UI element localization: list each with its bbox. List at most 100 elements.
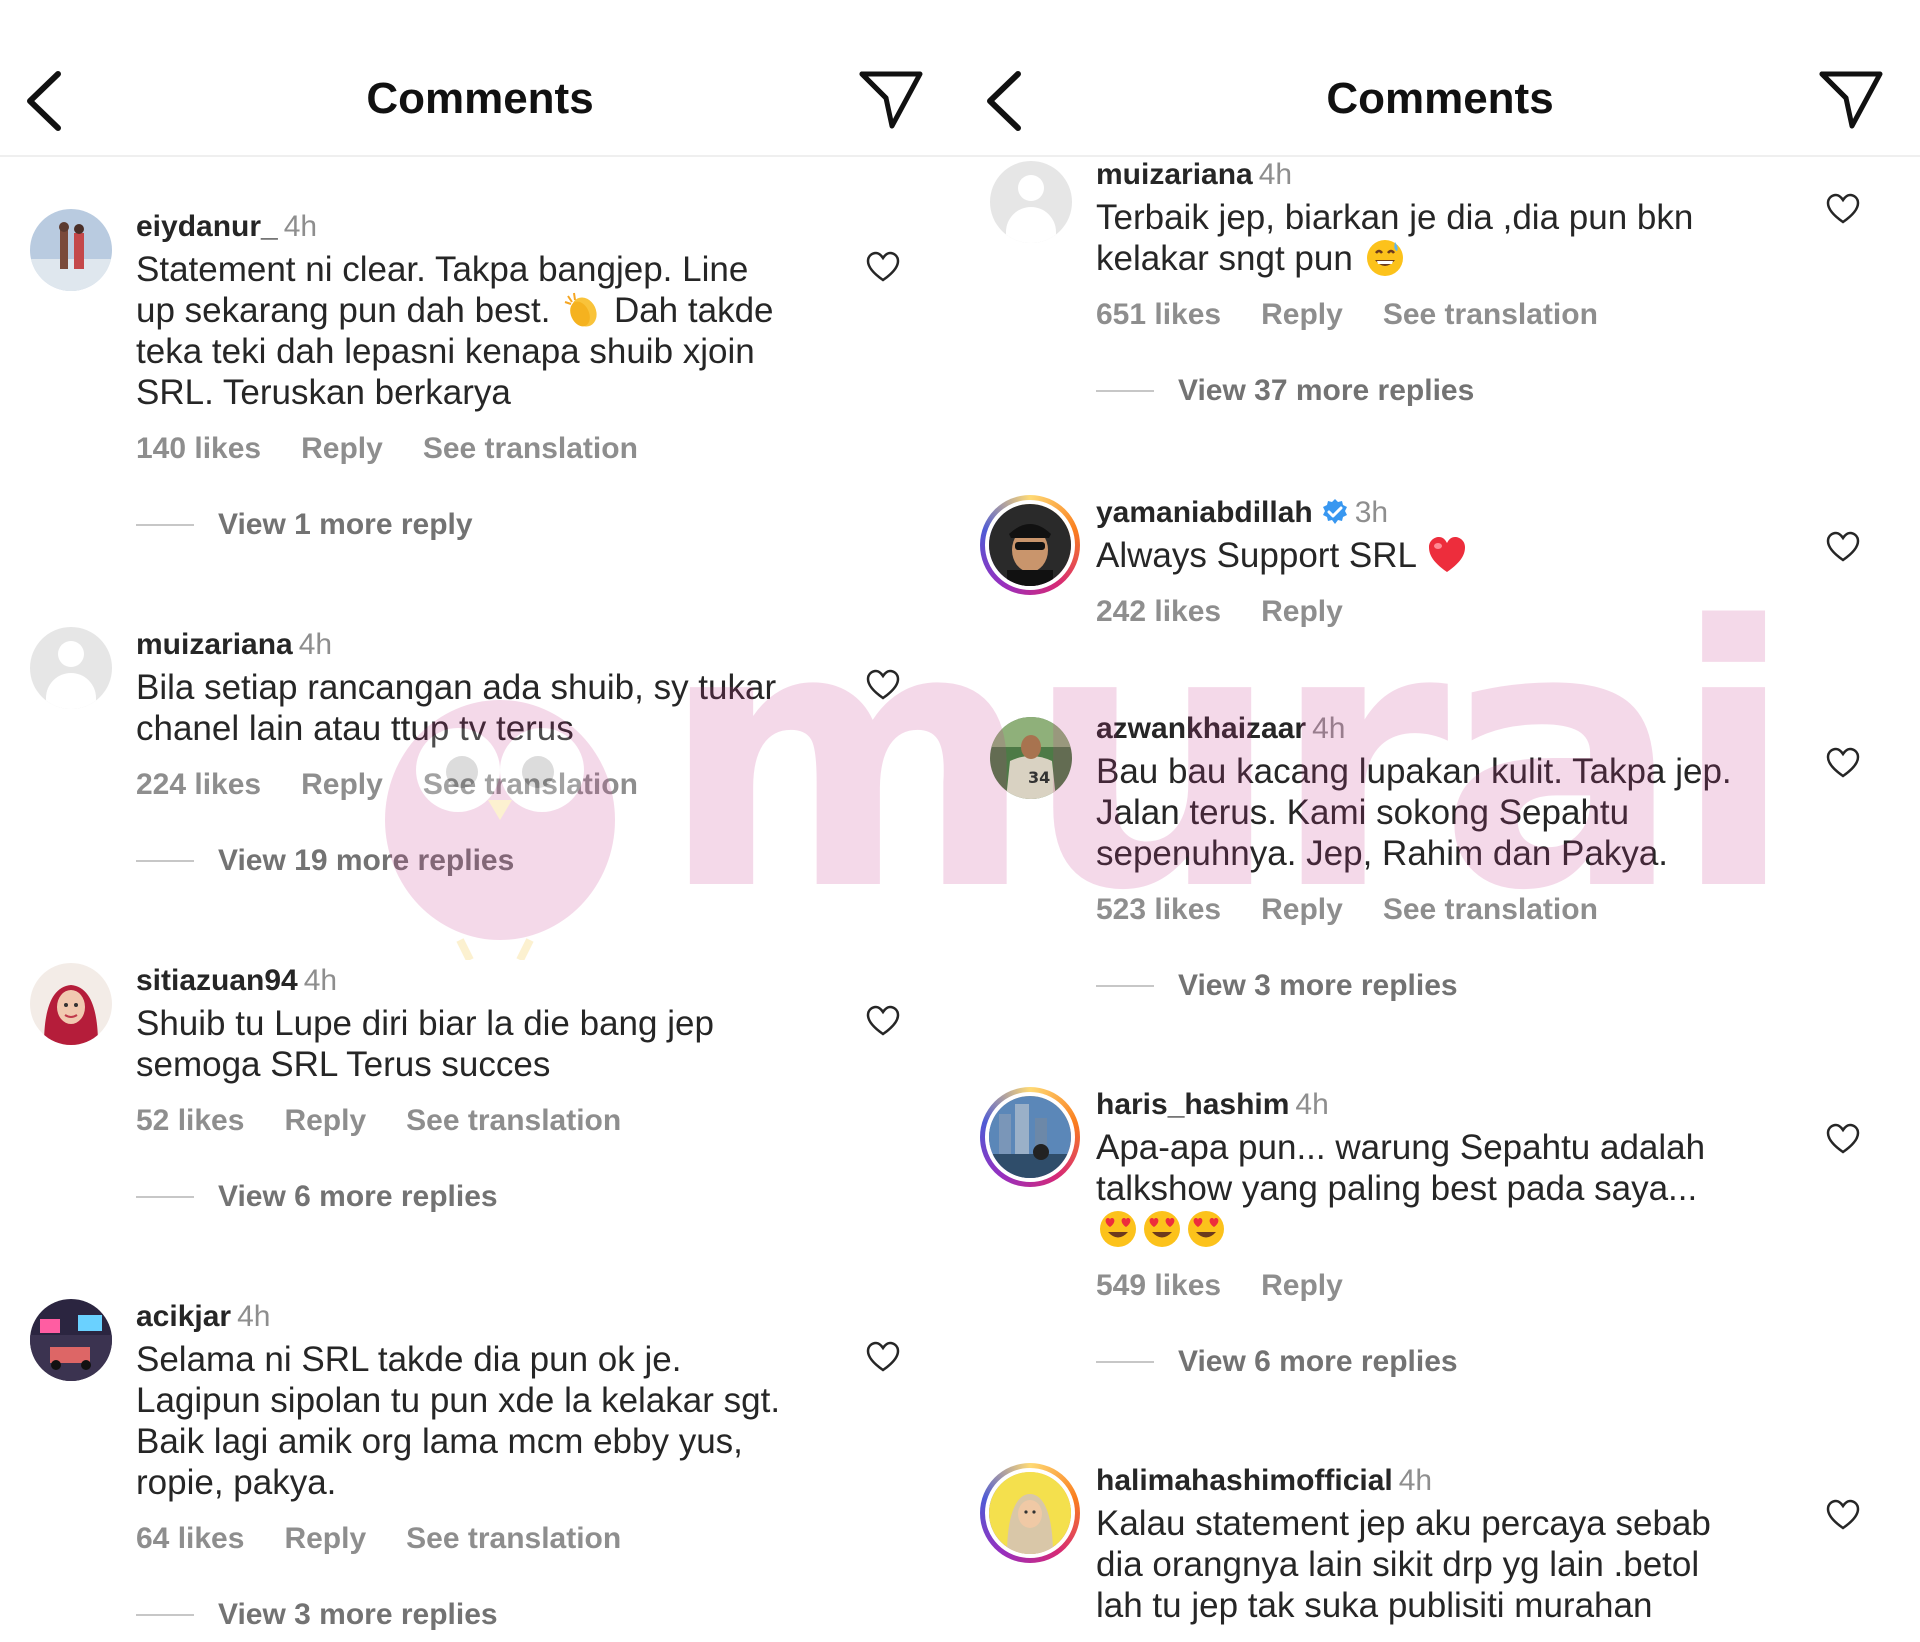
username-link[interactable]: yamaniabdillah <box>1096 496 1313 529</box>
see-translation-button[interactable]: See translation <box>1383 298 1598 331</box>
view-replies-button[interactable]: View 19 more replies <box>136 843 836 879</box>
see-translation-button[interactable]: See translation <box>406 1104 621 1137</box>
view-replies-button[interactable]: View 37 more replies <box>1096 373 1796 409</box>
comment-actions: 224 likes Reply See translation <box>136 767 836 803</box>
svg-text:34: 34 <box>1028 768 1050 787</box>
avatar-with-story-ring[interactable] <box>980 495 1080 595</box>
avatar-photo <box>30 209 112 291</box>
username-link[interactable]: azwankhaizaar <box>1096 712 1306 745</box>
likes-count[interactable]: 64 likes <box>136 1522 244 1555</box>
comment-text: Bau bau kacang lupakan kulit. Takpa jep.… <box>1096 752 1732 873</box>
clapping-hands-emoji-icon <box>564 292 597 327</box>
avatar-photo <box>30 1299 112 1381</box>
likes-count[interactable]: 651 likes <box>1096 298 1221 331</box>
avatar-with-story-ring[interactable] <box>980 1087 1080 1187</box>
timestamp: 4h <box>1295 1088 1329 1121</box>
like-heart-icon[interactable] <box>1826 747 1860 779</box>
likes-count[interactable]: 224 likes <box>136 768 261 801</box>
see-translation-button[interactable]: See translation <box>406 1522 621 1555</box>
avatar[interactable] <box>990 161 1072 243</box>
view-replies-button[interactable]: View 6 more replies <box>1096 1344 1796 1380</box>
like-heart-icon[interactable] <box>1826 1123 1860 1155</box>
like-heart-icon[interactable] <box>866 251 900 283</box>
like-heart-icon[interactable] <box>1826 531 1860 563</box>
see-translation-button[interactable]: See translation <box>423 768 638 801</box>
likes-count[interactable]: 549 likes <box>1096 1269 1221 1302</box>
reply-button[interactable]: Reply <box>1261 1269 1343 1302</box>
comments-screen-left: Comments eiydanur_ 4h Statement ni clear.… <box>0 0 960 1642</box>
avatar-photo <box>989 504 1071 586</box>
avatar[interactable] <box>30 627 112 709</box>
avatar[interactable] <box>30 1299 112 1381</box>
comment-meta: acikjar 4h <box>136 1299 836 1335</box>
comment-meta: yamaniabdillah 3h <box>1096 495 1796 531</box>
comment-text: Apa-apa pun... warung Sepahtu adalah tal… <box>1096 1127 1796 1250</box>
see-translation-button[interactable]: See translation <box>423 432 638 465</box>
comment-meta: eiydanur_ 4h <box>136 209 836 245</box>
comment-list[interactable]: muizariana 4h Terbaik jep, biarkan je dia… <box>960 157 1920 1642</box>
like-heart-icon[interactable] <box>1826 193 1860 225</box>
send-icon[interactable] <box>858 68 924 130</box>
replies-divider <box>1096 390 1154 392</box>
timestamp: 3h <box>1354 496 1389 529</box>
view-replies-button[interactable]: View 3 more replies <box>1096 968 1796 1004</box>
comment-meta: sitiazuan94 4h <box>136 963 836 999</box>
avatar-with-story-ring[interactable] <box>980 1463 1080 1563</box>
view-replies-button[interactable]: View 1 more reply <box>136 507 836 543</box>
likes-count[interactable]: 140 likes <box>136 432 261 465</box>
replies-divider <box>1096 985 1154 987</box>
comment-text: Kalau statement jep aku percaya sebab di… <box>1096 1504 1711 1625</box>
see-translation-button[interactable]: See translation <box>1383 893 1598 926</box>
like-heart-icon[interactable] <box>866 669 900 701</box>
likes-count[interactable]: 242 likes <box>1096 595 1221 628</box>
username-link[interactable]: sitiazuan94 <box>136 964 298 997</box>
avatar-photo <box>30 963 112 1045</box>
view-replies-button[interactable]: View 3 more replies <box>136 1597 836 1633</box>
username-link[interactable]: muizariana <box>1096 158 1253 191</box>
reply-button[interactable]: Reply <box>1261 298 1343 331</box>
avatar[interactable] <box>30 963 112 1045</box>
like-heart-icon[interactable] <box>866 1341 900 1373</box>
comment-meta: muizariana 4h <box>136 627 836 663</box>
username-link[interactable]: haris_hashim <box>1096 1088 1289 1121</box>
comment-meta: haris_hashim 4h <box>1096 1087 1796 1123</box>
avatar[interactable] <box>30 209 112 291</box>
comment-text: Selama ni SRL takde dia pun ok je. Lagip… <box>136 1340 781 1502</box>
comment-text: Bila setiap rancangan ada shuib, sy tuka… <box>136 668 777 748</box>
avatar-placeholder-body <box>1006 207 1056 243</box>
likes-count[interactable]: 523 likes <box>1096 893 1221 926</box>
username-link[interactable]: halimahashimofficial <box>1096 1464 1393 1497</box>
replies-divider <box>136 1614 194 1616</box>
reply-button[interactable]: Reply <box>301 432 383 465</box>
comment-list[interactable]: eiydanur_ 4h Statement ni clear. Takpa ba… <box>0 157 960 1642</box>
view-replies-button[interactable]: View 6 more replies <box>136 1179 836 1215</box>
likes-count[interactable]: 52 likes <box>136 1104 244 1137</box>
heart-eyes-emoji-icon <box>1144 1211 1180 1247</box>
username-link[interactable]: muizariana <box>136 628 293 661</box>
view-replies-label: View 19 more replies <box>218 844 515 877</box>
view-replies-label: View 3 more replies <box>218 1598 498 1631</box>
replies-divider <box>136 1196 194 1198</box>
reply-button[interactable]: Reply <box>284 1522 366 1555</box>
comment-text-part: Apa-apa pun... warung Sepahtu adalah tal… <box>1096 1128 1706 1208</box>
comment-actions: 523 likes Reply See translation <box>1096 892 1796 928</box>
comment-actions: 549 likes Reply <box>1096 1268 1796 1304</box>
avatar[interactable]: 34 <box>990 717 1072 799</box>
reply-button[interactable]: Reply <box>284 1104 366 1137</box>
replies-divider <box>1096 1361 1154 1363</box>
avatar-placeholder-body <box>46 673 96 709</box>
comment-text: Terbaik jep, biarkan je dia ,dia pun bkn… <box>1096 197 1796 279</box>
avatar-photo: 34 <box>990 717 1072 799</box>
username-link[interactable]: acikjar <box>136 1300 231 1333</box>
timestamp: 4h <box>1312 712 1346 745</box>
timestamp: 4h <box>237 1300 271 1333</box>
username-link[interactable]: eiydanur_ <box>136 210 278 243</box>
comment-text: Shuib tu Lupe diri biar la die bang jep … <box>136 1004 714 1084</box>
like-heart-icon[interactable] <box>1826 1499 1860 1531</box>
like-heart-icon[interactable] <box>866 1005 900 1037</box>
reply-button[interactable]: Reply <box>1261 893 1343 926</box>
send-icon[interactable] <box>1818 68 1884 130</box>
reply-button[interactable]: Reply <box>1261 595 1343 628</box>
reply-button[interactable]: Reply <box>301 768 383 801</box>
avatar-photo <box>989 1096 1071 1178</box>
